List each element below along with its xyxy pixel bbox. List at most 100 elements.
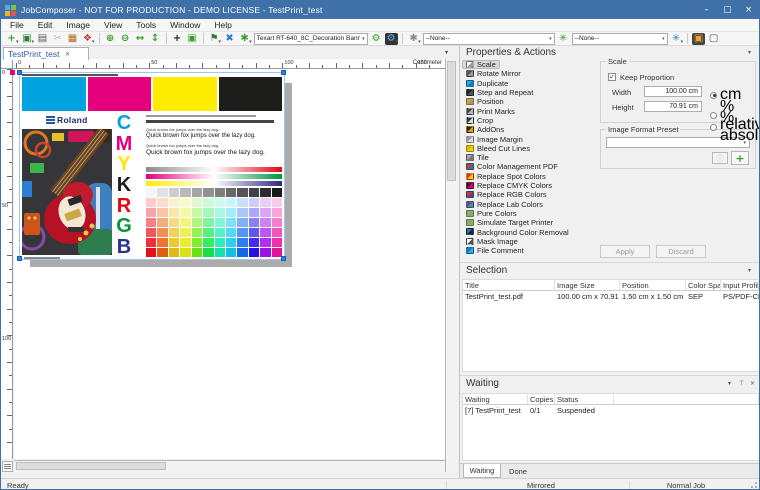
print-settings-icon[interactable]: ⚙ [370,33,383,45]
origin-cross-icon[interactable]: + [171,33,184,45]
zoom-out-icon[interactable]: ⊖ [119,33,132,45]
layout-icon[interactable]: ▢ [707,33,720,45]
menu-file[interactable]: File [3,19,31,32]
ruler-tick [7,282,12,283]
discard-button[interactable]: Discard [656,245,706,258]
swatch [249,208,259,217]
color-bar-0 [22,77,86,111]
preview-icon[interactable]: ▣ [186,33,199,45]
action-replace-spot-colors[interactable]: Replace Spot Colors [462,172,550,181]
printer-icon[interactable]: ▤ [36,33,49,45]
menu-view[interactable]: View [97,19,129,32]
fit-width-icon[interactable]: ↔ [134,33,147,45]
add-entry-icon[interactable]: +▾ [5,33,19,45]
menu-tools[interactable]: Tools [129,19,163,32]
menu-edit[interactable]: Edit [31,19,60,32]
wand2-icon[interactable]: ✱▾ [407,33,421,45]
preset2-combo[interactable]: --None--▾ [423,33,555,45]
properties-menu-icon[interactable]: ▾ [748,49,751,56]
placed-image[interactable]: Roland CMYKRGB Quick brown fox jumps ove… [20,73,284,259]
action-mask-image[interactable]: Mask Image [462,237,522,246]
preset-add-button[interactable]: + [731,151,749,165]
image-format-preset-label: Image Format Preset [606,125,680,134]
unit-radio-absolute[interactable]: % absolute [710,109,760,145]
action-image-margin[interactable]: Image Margin [462,134,527,143]
minimize-button[interactable]: – [696,1,717,19]
ruler-toggle-button[interactable] [2,461,13,472]
rip-gears-icon[interactable]: ⚙▾ [385,33,399,45]
duplicate-icon [466,80,474,87]
panels-icon[interactable]: ▣ [692,33,705,45]
action-scale[interactable]: Scale [462,60,500,69]
selection-menu-icon[interactable]: ▾ [748,267,751,274]
queue-tab-done[interactable]: Done [502,464,534,478]
action-rotate-mirror[interactable]: Rotate Mirror [462,69,525,78]
keep-proportion-checkbox[interactable]: ✓ [608,73,616,81]
menu-window[interactable]: Window [163,19,207,32]
swatch [226,208,236,217]
apply-button[interactable]: Apply [600,245,650,258]
adjust-icon[interactable]: ✳▾ [670,33,684,45]
action-replace-rgb-colors[interactable]: Replace RGB Colors [462,190,551,199]
action-tile[interactable]: Tile [462,153,493,162]
app-icon-square [11,11,16,16]
selection-handle[interactable] [17,256,22,261]
color-gear-icon[interactable]: ✳ [557,33,570,45]
close-button[interactable]: × [738,1,759,19]
action-label: Bleed Cut Lines [477,144,530,153]
menu-image[interactable]: Image [59,19,97,32]
vertical-scrollbar[interactable] [445,59,458,472]
replace-rgb-colors-icon [466,191,474,198]
close-icon[interactable]: × [750,380,755,387]
selection-handle[interactable] [17,70,22,75]
width-input[interactable] [644,86,702,97]
abort-print-icon[interactable]: ✖ [223,33,236,45]
chevron-down-icon: ▾ [92,39,95,45]
resize-grip[interactable] [749,482,758,490]
crop-icon [466,117,474,124]
action-crop[interactable]: Crop [462,116,497,125]
action-duplicate[interactable]: Duplicate [462,79,512,88]
selection-handle[interactable] [281,256,286,261]
add-image-icon[interactable]: ▣▾ [21,33,35,45]
table-row[interactable]: TestPrint_test.pdf100.00 cm x 70.91 cm1.… [463,291,759,302]
tab-close-icon[interactable]: × [65,50,71,58]
action-simulate-target-printer[interactable]: Simulate Target Printer [462,218,557,227]
glyph: ⚙ [370,33,383,45]
scissors-icon[interactable]: ✂ [51,33,64,45]
queue-tab-waiting[interactable]: Waiting [463,464,501,478]
preset3-combo[interactable]: --None--▾ [572,33,668,45]
auto-wand-icon[interactable]: ✱▾ [238,33,252,45]
action-pure-colors[interactable]: Pure Colors [462,209,521,218]
action-addons[interactable]: AddOns [462,125,508,134]
table-row[interactable]: [7] TestPrint_test0/1Suspended [463,405,759,416]
action-step-and-repeat[interactable]: Step and Repeat [462,88,537,97]
action-replace-lab-colors[interactable]: Replace Lab Colors [462,199,547,208]
action-file-comment[interactable]: File Comment [462,246,528,255]
action-color-management-pdf[interactable]: Color Management PDF [462,162,562,171]
horizontal-scrollbar-thumb[interactable] [16,462,166,470]
print-flag-icon[interactable]: ⚑▾ [208,33,222,45]
action-replace-cmyk-colors[interactable]: Replace CMYK Colors [462,181,556,190]
printer-preset-combo[interactable]: Texart RT-640_8C_Decoration Banner_12P_7… [254,33,368,45]
zoom-in-icon[interactable]: ⊕ [104,33,117,45]
action-print-marks[interactable]: Print Marks [462,106,519,115]
action-bleed-cut-lines[interactable]: Bleed Cut Lines [462,144,534,153]
vertical-scrollbar-thumb[interactable] [447,61,456,181]
action-background-color-removal[interactable]: Background Color Removal [462,227,573,236]
chevron-down-icon[interactable]: ▾ [728,380,731,387]
swatch [192,198,202,207]
preset-info-button[interactable]: ⓘ [712,152,728,164]
selection-handle[interactable] [281,70,286,75]
fit-height-icon[interactable]: ↕ [149,33,162,45]
arrange-tiles-icon[interactable]: ❖▾ [81,33,95,45]
menu-help[interactable]: Help [207,19,238,32]
window-list-dropdown-icon[interactable]: ▾ [445,49,448,56]
document-tab[interactable]: TestPrint_test × [3,47,89,60]
action-position[interactable]: Position [462,97,508,106]
height-input[interactable] [644,101,702,112]
horizontal-scrollbar[interactable] [14,460,445,472]
maximize-button[interactable]: □ [717,1,738,19]
pin-icon[interactable]: ⊤ [739,380,744,387]
picture-icon[interactable]: ▦ [66,33,79,45]
